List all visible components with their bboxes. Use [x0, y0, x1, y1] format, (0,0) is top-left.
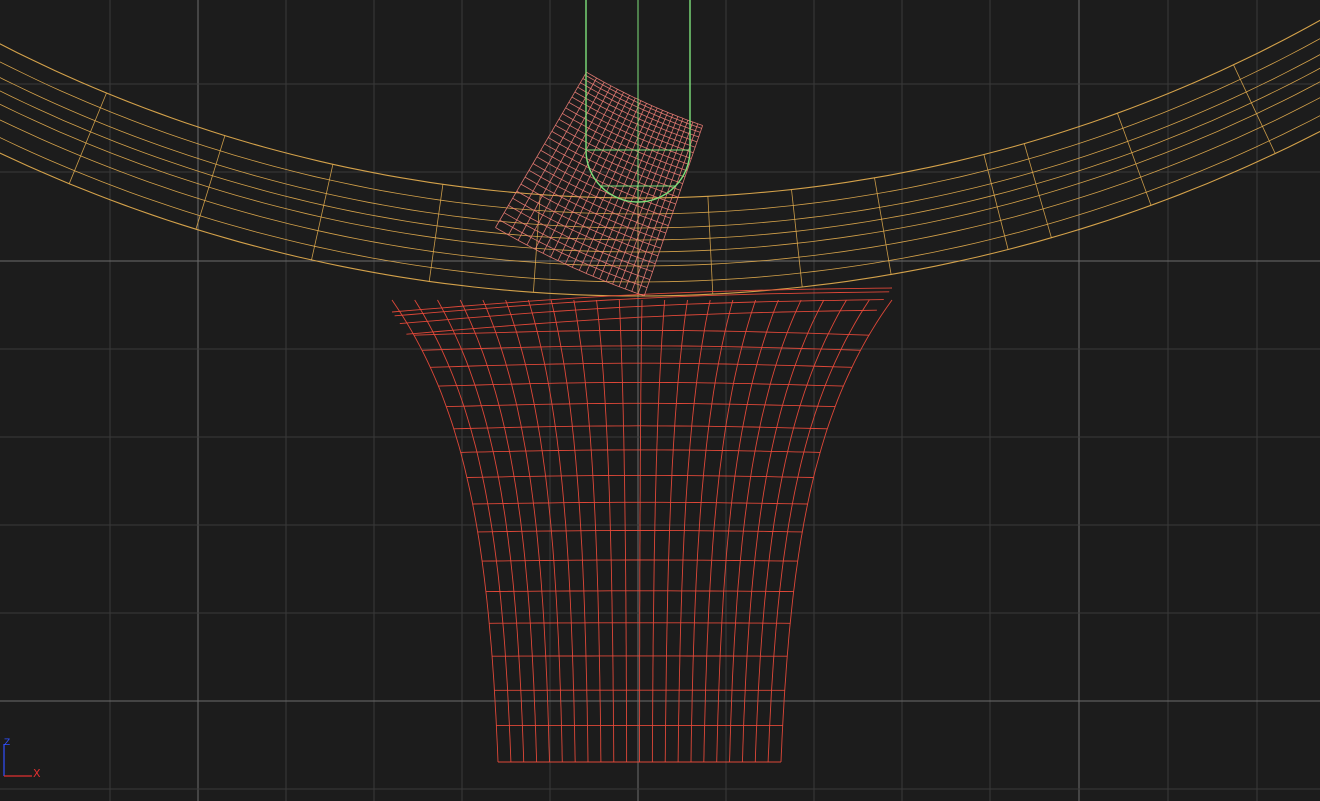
- viewport-3d[interactable]: X Z: [0, 0, 1320, 801]
- ring-edge-spoke: [1023, 143, 1052, 238]
- shank-edge-vertical: [639, 299, 643, 762]
- shank-edge-vertical: [414, 299, 512, 763]
- axis-z-label: Z: [4, 738, 11, 748]
- shoulder-edge-spoke: [585, 107, 658, 274]
- viewport-canvas[interactable]: [0, 0, 1320, 801]
- shoulder-edge-spoke: [557, 97, 636, 261]
- shank-edge-vertical: [391, 299, 499, 763]
- shoulder-edge-spoke: [495, 71, 587, 228]
- shank-edge-vertical: [767, 299, 870, 763]
- shank-edge-horizontal: [489, 622, 791, 624]
- shoulder-edge-spoke: [550, 95, 630, 258]
- ring-edge-spoke: [983, 154, 1009, 250]
- shoulder-edge-spoke: [578, 105, 653, 271]
- ring-edge-spoke: [195, 135, 226, 230]
- axis-gizmo: X Z: [0, 738, 48, 782]
- viewport-grid: [0, 0, 1320, 801]
- ring-edge-spoke: [1117, 113, 1152, 206]
- ring-edge-spoke: [707, 196, 714, 295]
- axis-x-label: X: [33, 767, 41, 780]
- ring-edge-spoke: [533, 194, 541, 293]
- shoulder-edge-spoke: [592, 110, 663, 277]
- shoulder-edge-spoke: [534, 89, 618, 250]
- ring-edge-spoke: [1233, 64, 1276, 154]
- shank-edge-vertical: [780, 299, 893, 763]
- shank-edge-vertical: [754, 299, 847, 763]
- shoulder-edge-spoke: [571, 103, 647, 268]
- shank-edge-vertical: [618, 299, 628, 762]
- shoulder-edge-spoke: [637, 123, 699, 294]
- shank-edge-vertical: [651, 299, 666, 762]
- shoulder-edge-spoke: [599, 112, 669, 280]
